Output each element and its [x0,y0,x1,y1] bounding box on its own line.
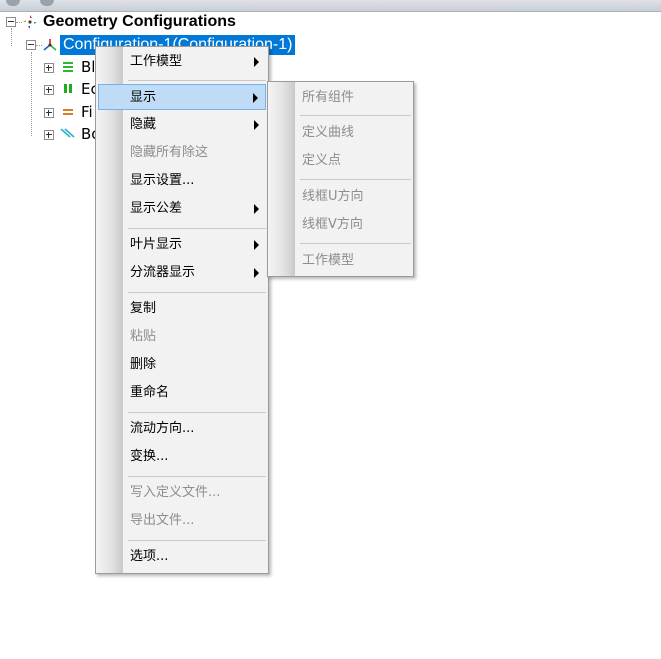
window-top-strip [0,0,661,12]
toolbar-icon [40,0,54,6]
menu-separator [128,292,266,293]
menu-gutter [268,82,295,276]
expand-toggle-child[interactable] [44,85,54,95]
menu-item-label: 分流器显示 [130,265,196,280]
submenu-item-label: 工作模型 [302,253,355,268]
menu-item-working-model[interactable]: 工作模型 [98,49,266,75]
collapse-toggle-configuration[interactable] [26,40,36,50]
menu-item-label: 显示 [130,90,157,105]
menu-item-blade-display[interactable]: 叶片显示 [98,232,266,258]
menu-separator [300,115,411,116]
menu-item-write-definition-file[interactable]: 写入定义文件... [98,480,266,506]
menu-item-label: 选项... [130,549,169,564]
menu-item-transform[interactable]: 变换... [98,444,266,470]
menu-item-label: 叶片显示 [130,237,183,252]
toolbar-icon [6,0,20,6]
menu-item-label: 显示公差 [130,201,183,216]
menu-item-display-settings[interactable]: 显示设置... [98,168,266,194]
context-menu: 工作模型 显示 隐藏 隐藏所有除这 显示设置... 显示公差 叶片显示 分流器显… [95,46,269,574]
menu-item-delete[interactable]: 删除 [98,352,266,378]
expand-toggle-child[interactable] [44,63,54,73]
submenu-item-label: 定义点 [302,153,342,168]
menu-item-label: 粘贴 [130,329,157,344]
geometry-root-icon [23,15,37,29]
menu-item-display-tolerance[interactable]: 显示公差 [98,196,266,222]
configuration-icon [43,39,57,51]
fillet-icon [63,109,73,115]
expand-toggle-child[interactable] [44,130,54,140]
submenu-arrow-icon [254,204,259,214]
menu-separator [128,412,266,413]
endwall-icon [64,84,72,93]
menu-item-label: 隐藏所有除这 [130,145,209,160]
submenu-item-wireframe-v[interactable]: 线框V方向 [270,212,411,238]
menu-separator [300,179,411,180]
menu-item-flow-direction[interactable]: 流动方向... [98,416,266,442]
menu-item-label: 导出文件... [130,513,195,528]
submenu-item-working-model[interactable]: 工作模型 [270,248,411,274]
display-submenu: 所有组件 定义曲线 定义点 线框U方向 线框V方向 工作模型 [267,81,414,277]
submenu-item-label: 线框U方向 [302,189,364,204]
menu-item-copy[interactable]: 复制 [98,296,266,322]
submenu-arrow-icon [254,57,259,67]
submenu-arrow-icon [254,268,259,278]
menu-item-hide[interactable]: 隐藏 [98,112,266,138]
tree-connector [31,52,32,136]
menu-item-label: 隐藏 [130,117,157,132]
menu-item-label: 变换... [130,449,169,464]
menu-separator [128,80,266,81]
menu-item-options[interactable]: 选项... [98,544,266,570]
expand-toggle-child[interactable] [44,108,54,118]
submenu-arrow-icon [254,120,259,130]
tree-child-label[interactable]: Bl [81,57,95,77]
menu-item-label: 写入定义文件... [130,485,221,500]
menu-item-export-file[interactable]: 导出文件... [98,508,266,534]
menu-item-paste[interactable]: 粘贴 [98,324,266,350]
menu-item-hide-all-except[interactable]: 隐藏所有除这 [98,140,266,166]
menu-item-label: 复制 [130,301,157,316]
submenu-item-label: 线框V方向 [302,217,363,232]
blade-icon [63,62,73,72]
submenu-item-wireframe-u[interactable]: 线框U方向 [270,184,411,210]
submenu-item-label: 定义曲线 [302,125,355,140]
menu-separator [300,243,411,244]
submenu-item-label: 所有组件 [302,90,355,105]
submenu-arrow-icon [253,93,258,103]
submenu-item-all-components[interactable]: 所有组件 [270,85,411,111]
collapse-toggle-root[interactable] [6,17,16,27]
menu-item-display[interactable]: 显示 [98,84,266,110]
tree-root-label[interactable]: Geometry Configurations [43,12,236,32]
boundary-icon [60,128,75,138]
menu-item-splitter-display[interactable]: 分流器显示 [98,260,266,286]
menu-item-label: 删除 [130,357,157,372]
menu-separator [128,540,266,541]
menu-item-rename[interactable]: 重命名 [98,380,266,406]
menu-separator [128,476,266,477]
submenu-item-defined-curves[interactable]: 定义曲线 [270,120,411,146]
submenu-arrow-icon [254,240,259,250]
menu-item-label: 重命名 [130,385,170,400]
menu-separator [128,228,266,229]
menu-item-label: 工作模型 [130,54,183,69]
submenu-item-defined-points[interactable]: 定义点 [270,148,411,174]
tree-child-label[interactable]: Fi [81,102,93,122]
menu-item-label: 流动方向... [130,421,195,436]
menu-item-label: 显示设置... [130,173,195,188]
tree-connector [11,28,12,46]
